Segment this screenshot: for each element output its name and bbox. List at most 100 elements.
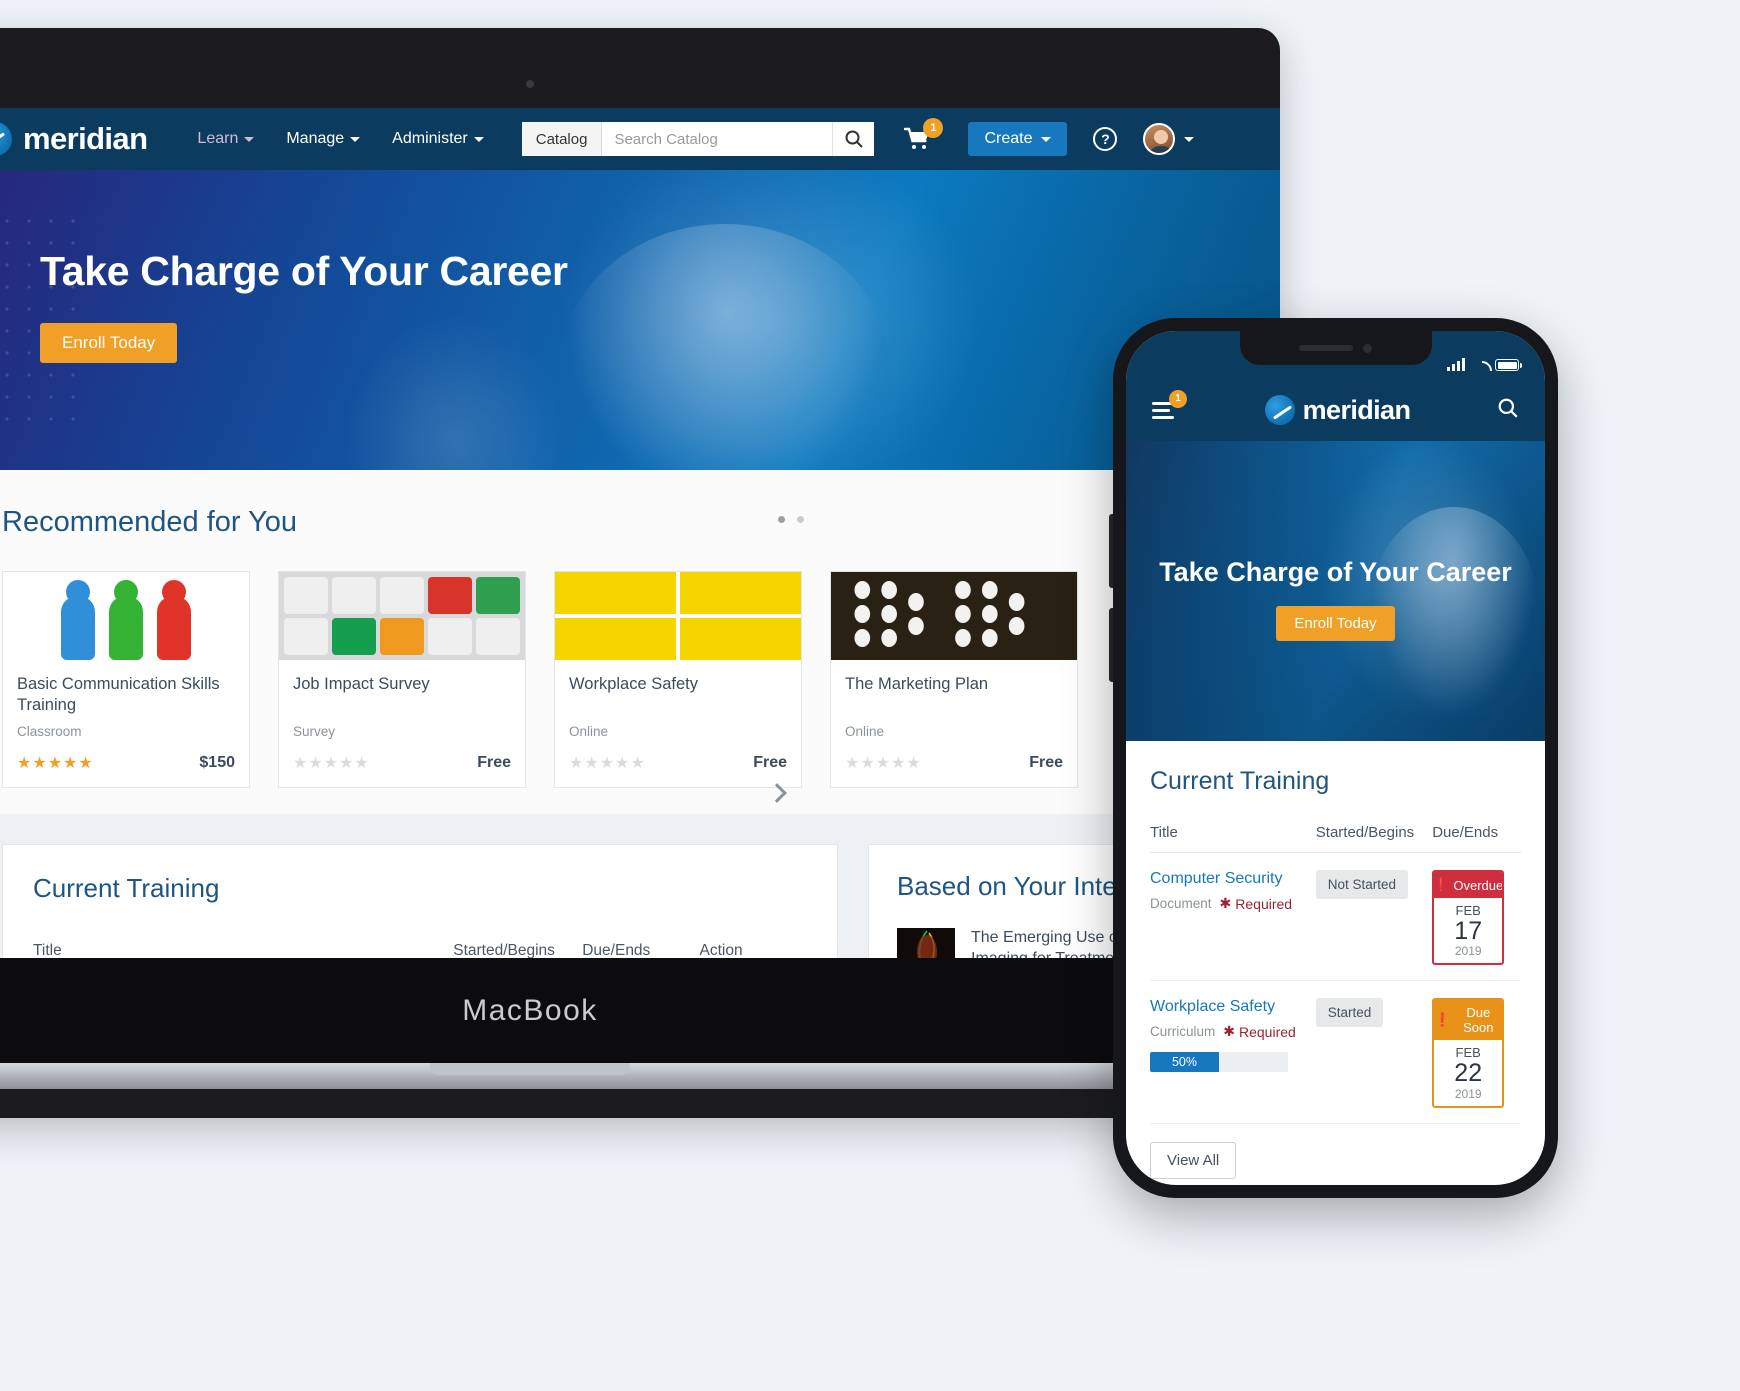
course-card-type: Classroom [17,724,82,740]
recommended-section: Recommended for You Basic Communication … [0,470,1280,816]
current-training-panel: Current Training Title Started/Begins Du… [2,844,838,958]
rating-stars[interactable]: ★★★★★ [293,753,370,773]
hamburger-menu-icon[interactable]: 1 [1152,389,1187,423]
overdue-badge: ❗ Overdue [1433,872,1504,898]
course-card-price: Free [1029,754,1063,771]
required-label: Required [1239,1023,1296,1040]
catalog-search: Catalog [521,122,875,156]
interest-thumbnail [897,928,955,958]
course-card-image [555,572,801,660]
column-header-started: Started/Begins [453,942,555,958]
create-button[interactable]: Create [968,122,1068,156]
chevron-down-icon [1041,136,1052,142]
dashboard-lower-row: Current Training Title Started/Begins Du… [0,814,1280,958]
cellular-signal-icon [1447,358,1465,371]
hero-banner: Take Charge of Your Career Enroll Today [0,170,1280,470]
user-menu[interactable] [1143,123,1195,155]
table-row: Computer Security Document ✱ Required No… [1150,853,1521,982]
nav-item-learn-label: Learn [197,130,239,147]
create-button-label: Create [984,130,1033,147]
course-card-type: Online [845,724,885,739]
progress-bar-fill: 50% [1150,1052,1219,1073]
desktop-navbar: meridian Learn Manage Administer Catalog [0,108,1280,170]
overdue-label: Overdue [1453,877,1504,893]
course-card-image [279,572,525,660]
meridian-logo-icon [1264,395,1295,425]
mobile-search-icon[interactable] [1497,397,1519,424]
mobile-content: Current Training Title Started/Begins Du… [1126,741,1545,1179]
mobile-brand-name: meridian [1302,394,1411,425]
carousel-next-button[interactable] [764,770,790,816]
enroll-today-button[interactable]: Enroll Today [40,323,178,363]
help-icon[interactable]: ? [1093,127,1118,151]
search-input[interactable] [602,122,833,156]
course-card[interactable]: Workplace Safety Online ★★★★★ Free [554,571,802,789]
hero-title: Take Charge of Your Career [40,248,568,294]
mobile-hero-banner: Take Charge of Your Career Enroll Today [1126,441,1545,741]
wifi-icon [1472,359,1488,371]
phone-device: 1 meridian Take Charge of Your Career En… [1109,318,1558,1198]
laptop-base-notch [430,1063,630,1075]
course-card-image [831,572,1077,660]
training-title-link[interactable]: Workplace Safety [1150,998,1316,1016]
mobile-brand-logo[interactable]: meridian [1264,394,1411,426]
clock-icon: ❗ [1434,1012,1451,1028]
avatar [1143,123,1176,155]
course-card-title: Basic Communication Skills Training [17,675,220,715]
carousel-dots [778,516,804,523]
cart-button[interactable]: 1 [904,118,944,151]
course-card[interactable]: The Marketing Plan Online ★★★★★ Free [830,571,1078,789]
column-header-started: Started/Begins [1315,824,1415,841]
view-all-button[interactable]: View All [1150,1141,1237,1179]
phone-screen: 1 meridian Take Charge of Your Career En… [1126,331,1545,1185]
chevron-down-icon [473,136,484,142]
menu-count-badge: 1 [1169,389,1187,408]
course-card-price: $150 [199,754,235,772]
training-title-link[interactable]: Computer Security [1150,870,1316,888]
column-header-title: Title [33,942,62,958]
mobile-navbar: 1 meridian [1126,379,1545,441]
mobile-current-training-title: Current Training [1150,767,1330,795]
course-card[interactable]: Job Impact Survey Survey ★★★★★ Free [278,571,526,789]
catalog-scope-button[interactable]: Catalog [521,122,603,156]
brand-name: meridian [23,121,148,156]
safety-pictogram-illustration-icon [555,572,801,660]
current-training-header-row: Title Started/Begins Due/Ends Action [33,942,807,958]
due-date-card: ❗ Due Soon FEB 22 2019 [1432,998,1505,1108]
nav-item-administer-label: Administer [392,130,468,147]
mobile-enroll-today-button[interactable]: Enroll Today [1276,606,1395,641]
alert-icon: ❗ [1433,877,1450,892]
chevron-down-icon [350,136,361,142]
course-card-image [3,572,249,660]
due-day: 22 [1454,1059,1483,1088]
carousel-dot-1[interactable] [778,516,785,523]
course-card-type: Online [569,724,609,739]
nav-item-learn[interactable]: Learn [181,130,270,148]
course-card-price: Free [477,754,511,771]
rating-stars[interactable]: ★★★★★ [17,753,94,773]
carousel-dot-2[interactable] [797,516,804,523]
status-badge: Not Started [1315,870,1409,899]
required-label: Required [1235,895,1293,912]
due-soon-label: Due Soon [1463,1005,1494,1036]
phone-notch [1239,331,1432,365]
search-icon[interactable] [832,122,875,156]
laptop-camera [526,80,534,88]
asterisk-icon: ✱ [1219,895,1232,911]
due-year: 2019 [1454,944,1482,959]
rating-stars[interactable]: ★★★★★ [569,753,646,773]
course-card[interactable]: Basic Communication Skills Training Clas… [2,571,250,789]
phone-camera [1363,343,1372,353]
keyboard-smiley-illustration-icon [279,572,525,660]
status-badge: Started [1315,998,1384,1028]
table-row: Workplace Safety Curriculum ✱ Required 5… [1150,981,1521,1124]
brand-logo[interactable]: meridian [0,121,148,157]
due-date-card: ❗ Overdue FEB 17 2019 [1432,870,1505,966]
due-year: 2019 [1454,1086,1482,1101]
rating-stars[interactable]: ★★★★★ [845,753,922,773]
nav-item-administer[interactable]: Administer [376,130,500,148]
column-header-due: Due/Ends [582,942,651,958]
course-card-title: The Marketing Plan [845,675,989,693]
nav-item-manage[interactable]: Manage [270,130,376,148]
chevron-down-icon [244,136,255,142]
